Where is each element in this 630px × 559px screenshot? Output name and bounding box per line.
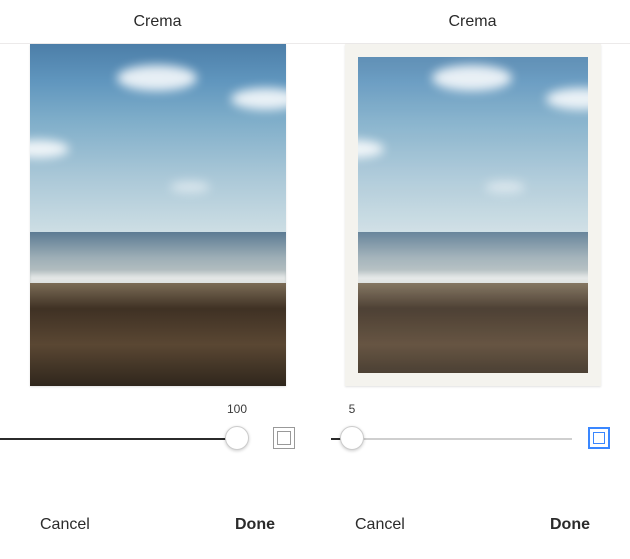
photo-preview [30, 44, 286, 386]
slider-track [363, 438, 572, 440]
photo-frame [345, 44, 601, 386]
filter-editor-dual: Crema 100 [0, 0, 630, 559]
strength-slider-row: 100 [0, 400, 315, 470]
slider-track-filled [0, 438, 237, 440]
slider-thumb[interactable] [225, 426, 249, 450]
slider-thumb[interactable] [340, 426, 364, 450]
preview-area [0, 44, 315, 400]
preview-area [315, 44, 630, 400]
frame-toggle-icon [277, 431, 291, 445]
filter-title: Crema [0, 0, 315, 44]
cancel-button[interactable]: Cancel [355, 516, 405, 534]
filter-title: Crema [315, 0, 630, 44]
frame-toggle[interactable] [273, 427, 295, 449]
done-button[interactable]: Done [235, 516, 275, 534]
photo-preview [345, 44, 601, 386]
frame-toggle[interactable] [588, 427, 610, 449]
done-button[interactable]: Done [550, 516, 590, 534]
cancel-button[interactable]: Cancel [40, 516, 90, 534]
frame-toggle-icon [593, 432, 605, 444]
strength-slider-row: 5 [315, 400, 630, 470]
filter-pane-right: Crema 5 [315, 0, 630, 559]
strength-value: 5 [337, 402, 367, 416]
button-bar: Cancel Done [315, 491, 630, 559]
filter-pane-left: Crema 100 [0, 0, 315, 559]
strength-value: 100 [222, 402, 252, 416]
button-bar: Cancel Done [0, 491, 315, 559]
